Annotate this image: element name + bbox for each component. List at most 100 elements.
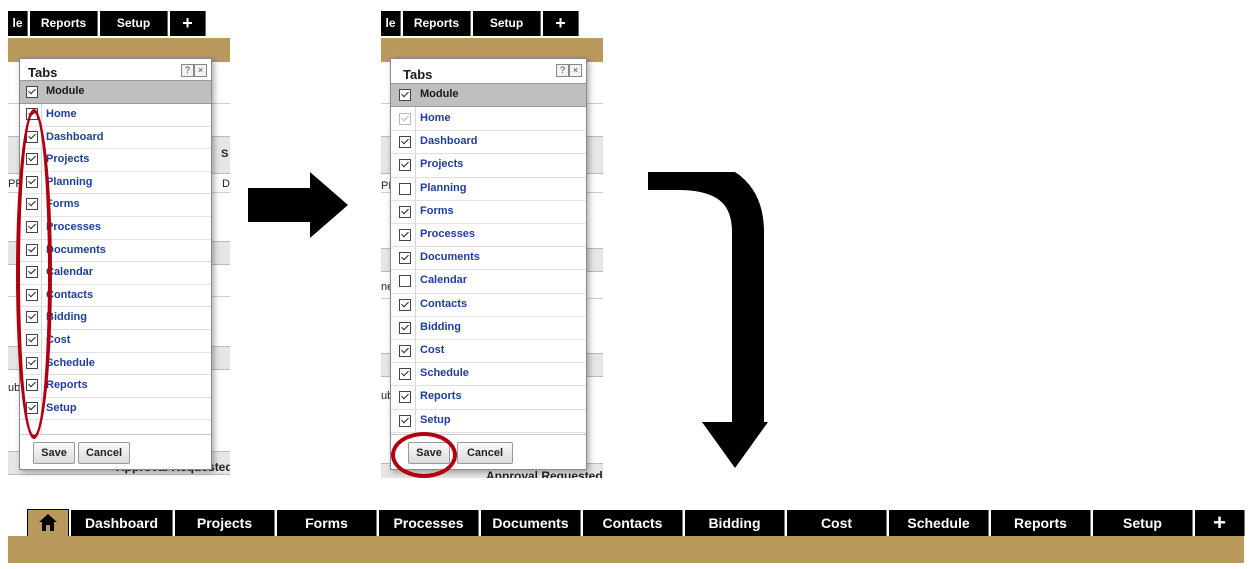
module-label-planning[interactable]: Planning	[420, 182, 466, 194]
module-header-label: Module	[46, 85, 85, 97]
module-row-dashboard: Dashboard	[391, 130, 586, 155]
dialog-title: Tabs	[28, 65, 58, 80]
approval-requested-header: Approval Requested By	[486, 469, 603, 478]
module-row-documents: Documents	[391, 246, 586, 271]
module-row-reports: Reports	[20, 374, 211, 398]
close-icon[interactable]: ×	[194, 64, 207, 77]
module-label-forms[interactable]: Forms	[46, 198, 80, 210]
module-label-calendar[interactable]: Calendar	[46, 266, 93, 278]
module-row-calendar: Calendar	[391, 269, 586, 294]
column-header-s: S	[221, 148, 229, 160]
screenshot-after: le Reports Setup + PF ner ub Approval Re…	[381, 8, 603, 478]
module-checkbox-home	[399, 113, 411, 125]
module-label-home[interactable]: Home	[46, 108, 77, 120]
add-tab-button[interactable]: +	[543, 11, 579, 36]
tab-documents[interactable]: Documents	[481, 510, 581, 536]
module-label-schedule[interactable]: Schedule	[46, 357, 95, 369]
module-label-processes[interactable]: Processes	[420, 228, 475, 240]
module-label-projects[interactable]: Projects	[420, 158, 463, 170]
bent-arrow-icon	[648, 172, 768, 468]
module-label-calendar[interactable]: Calendar	[420, 274, 467, 286]
close-icon[interactable]: ×	[569, 64, 582, 77]
tab-setup[interactable]: Setup	[1093, 510, 1193, 536]
module-row-home: Home	[20, 103, 211, 127]
module-label-forms[interactable]: Forms	[420, 205, 454, 217]
module-row-contacts: Contacts	[391, 293, 586, 317]
cell-d: D	[222, 178, 230, 190]
module-row-forms: Forms	[391, 200, 586, 224]
module-header-label: Module	[420, 88, 459, 100]
cancel-button[interactable]: Cancel	[457, 442, 513, 464]
module-checkbox-calendar[interactable]	[399, 275, 411, 288]
module-checkbox-contacts[interactable]	[399, 298, 411, 311]
module-row-schedule: Schedule	[391, 362, 586, 387]
module-label-setup[interactable]: Setup	[420, 414, 451, 426]
module-row-bidding: Bidding	[391, 316, 586, 340]
tab-projects[interactable]: Projects	[175, 510, 275, 536]
module-checkbox-dashboard[interactable]	[399, 136, 411, 149]
help-icon[interactable]: ?	[556, 64, 569, 77]
tab-processes[interactable]: Processes	[379, 510, 479, 536]
select-all-checkbox[interactable]	[26, 86, 38, 98]
module-label-documents[interactable]: Documents	[420, 251, 480, 263]
help-icon[interactable]: ?	[181, 64, 194, 77]
tab-home[interactable]	[27, 509, 69, 536]
tab-bidding[interactable]: Bidding	[685, 510, 785, 536]
tab-setup[interactable]: Setup	[100, 11, 168, 36]
dialog-title: Tabs	[403, 67, 433, 82]
tab-reports[interactable]: Reports	[403, 11, 471, 36]
select-all-checkbox[interactable]	[399, 89, 411, 101]
module-label-projects[interactable]: Projects	[46, 153, 89, 165]
add-tab-button[interactable]: +	[1195, 510, 1245, 536]
tab-contacts[interactable]: Contacts	[583, 510, 683, 536]
module-checkbox-setup[interactable]	[399, 414, 411, 427]
module-label-planning[interactable]: Planning	[46, 176, 92, 188]
tab-forms[interactable]: Forms	[277, 510, 377, 536]
module-column-header: Module	[20, 80, 211, 104]
tab-module[interactable]: le	[381, 11, 401, 36]
module-checkbox-processes[interactable]	[399, 229, 411, 241]
module-label-dashboard[interactable]: Dashboard	[46, 131, 103, 143]
highlight-checkboxes-annotation	[16, 109, 52, 439]
tab-module[interactable]: le	[8, 11, 28, 36]
tab-reports[interactable]: Reports	[991, 510, 1091, 536]
save-button[interactable]: Save	[33, 442, 75, 464]
top-tab-bar: le Reports Setup +	[381, 8, 603, 38]
module-label-cost[interactable]: Cost	[420, 344, 444, 356]
screenshot-before: le Reports Setup + S PF D ub Approval Re…	[8, 8, 230, 478]
module-checkbox-schedule[interactable]	[399, 368, 411, 381]
module-label-schedule[interactable]: Schedule	[420, 367, 469, 379]
module-checkbox-bidding[interactable]	[399, 321, 411, 334]
module-checkbox-cost[interactable]	[399, 345, 411, 357]
module-label-contacts[interactable]: Contacts	[46, 289, 93, 301]
module-row-processes: Processes	[391, 223, 586, 248]
module-label-home[interactable]: Home	[420, 112, 451, 124]
module-label-dashboard[interactable]: Dashboard	[420, 135, 477, 147]
module-label-bidding[interactable]: Bidding	[46, 311, 87, 323]
tab-schedule[interactable]: Schedule	[889, 510, 989, 536]
module-checkbox-reports[interactable]	[399, 391, 411, 404]
module-label-setup[interactable]: Setup	[46, 402, 77, 414]
dialog-footer: Save Cancel	[20, 434, 211, 469]
tab-setup[interactable]: Setup	[473, 11, 541, 36]
resulting-nav-bar: Dashboard Projects Forms Processes Documents…	[8, 507, 1245, 563]
cancel-button[interactable]: Cancel	[78, 442, 130, 464]
module-label-reports[interactable]: Reports	[46, 379, 88, 391]
module-label-bidding[interactable]: Bidding	[420, 321, 461, 333]
module-label-documents[interactable]: Documents	[46, 244, 106, 256]
tab-cost[interactable]: Cost	[787, 510, 887, 536]
tab-dashboard[interactable]: Dashboard	[71, 510, 173, 536]
tab-reports[interactable]: Reports	[30, 11, 98, 36]
module-label-processes[interactable]: Processes	[46, 221, 101, 233]
right-arrow-icon	[248, 172, 348, 238]
module-label-contacts[interactable]: Contacts	[420, 298, 467, 310]
home-icon	[39, 514, 57, 531]
top-tab-bar: le Reports Setup +	[8, 8, 230, 38]
module-checkbox-planning[interactable]	[399, 182, 411, 195]
module-row-reports: Reports	[391, 385, 586, 410]
add-tab-button[interactable]: +	[170, 11, 206, 36]
module-checkbox-documents[interactable]	[399, 252, 411, 265]
module-checkbox-forms[interactable]	[399, 205, 411, 218]
module-label-reports[interactable]: Reports	[420, 390, 462, 402]
module-checkbox-projects[interactable]	[399, 159, 411, 172]
